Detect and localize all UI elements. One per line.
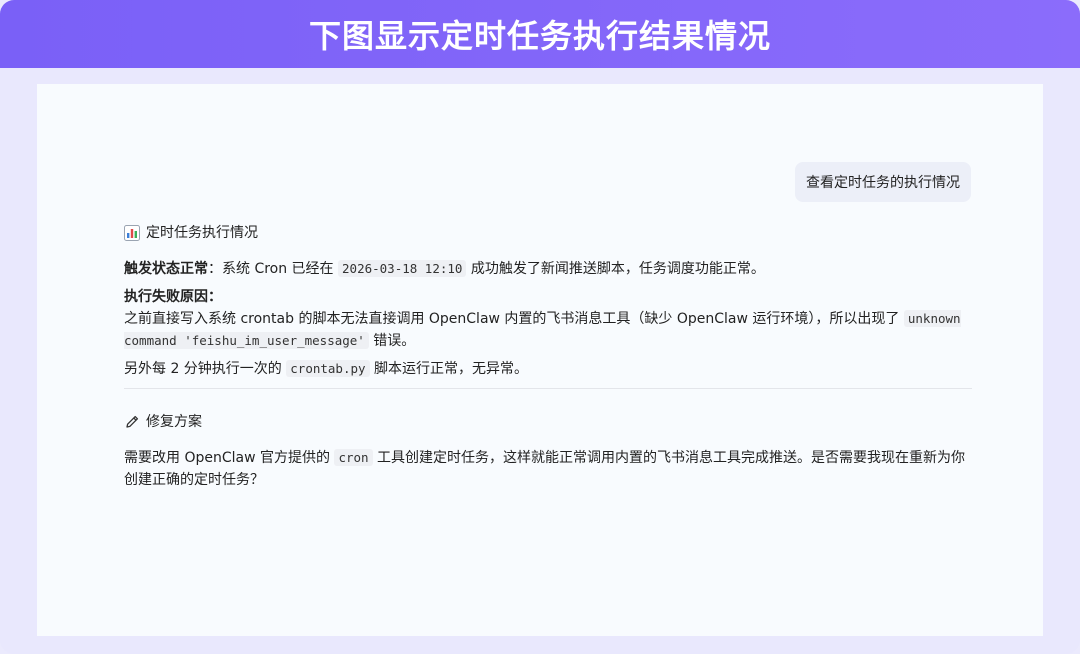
chat-panel: 查看定时任务的执行情况 定时任务执行情况 触发状态正常：系统 Cron 已经在 … <box>37 84 1043 636</box>
trigger-status-paragraph: 触发状态正常：系统 Cron 已经在 2026-03-18 12:10 成功触发… <box>124 258 972 280</box>
section-execution-status-title: 定时任务执行情况 <box>124 222 972 244</box>
banner: 下图显示定时任务执行结果情况 <box>0 0 1080 68</box>
extra-text-tail: 脚本运行正常，无异常。 <box>369 361 528 377</box>
user-message-bubble: 查看定时任务的执行情况 <box>795 162 971 202</box>
failure-reason-paragraph: 之前直接写入系统 crontab 的脚本无法直接调用 OpenClaw 内置的飞… <box>124 308 972 352</box>
failure-reason-label-line: 执行失败原因： <box>124 286 972 308</box>
section-title-text: 修复方案 <box>146 414 202 430</box>
bar-chart-icon <box>124 225 140 241</box>
fix-text: 需要改用 OpenClaw 官方提供的 <box>124 450 335 466</box>
extra-note-paragraph: 另外每 2 分钟执行一次的 crontab.py 脚本运行正常，无异常。 <box>124 358 972 380</box>
section-title-text: 定时任务执行情况 <box>146 225 258 241</box>
assistant-message: 定时任务执行情况 触发状态正常：系统 Cron 已经在 2026-03-18 1… <box>124 222 972 497</box>
crontab-py-code: crontab.py <box>286 360 370 377</box>
pencil-icon <box>124 414 140 430</box>
extra-text: 另外每 2 分钟执行一次的 <box>124 361 287 377</box>
trigger-time-code: 2026-03-18 12:10 <box>338 260 467 277</box>
failure-text-tail: 错误。 <box>368 333 416 349</box>
trigger-text-tail: 成功触发了新闻推送脚本，任务调度功能正常。 <box>466 261 765 277</box>
trigger-status-label: 触发状态正常 <box>124 261 208 277</box>
trigger-text: ：系统 Cron 已经在 <box>208 261 339 277</box>
cron-code: cron <box>334 449 373 466</box>
fix-plan-paragraph: 需要改用 OpenClaw 官方提供的 cron 工具创建定时任务，这样就能正常… <box>124 447 972 491</box>
frame: 下图显示定时任务执行结果情况 查看定时任务的执行情况 定时任务执行情况 触发状态… <box>0 0 1080 654</box>
failure-text: 之前直接写入系统 crontab 的脚本无法直接调用 OpenClaw 内置的飞… <box>124 311 904 327</box>
divider <box>124 388 972 389</box>
failure-reason-label: 执行失败原因： <box>124 289 222 305</box>
section-fix-plan-title: 修复方案 <box>124 411 972 433</box>
banner-title: 下图显示定时任务执行结果情况 <box>308 17 771 55</box>
